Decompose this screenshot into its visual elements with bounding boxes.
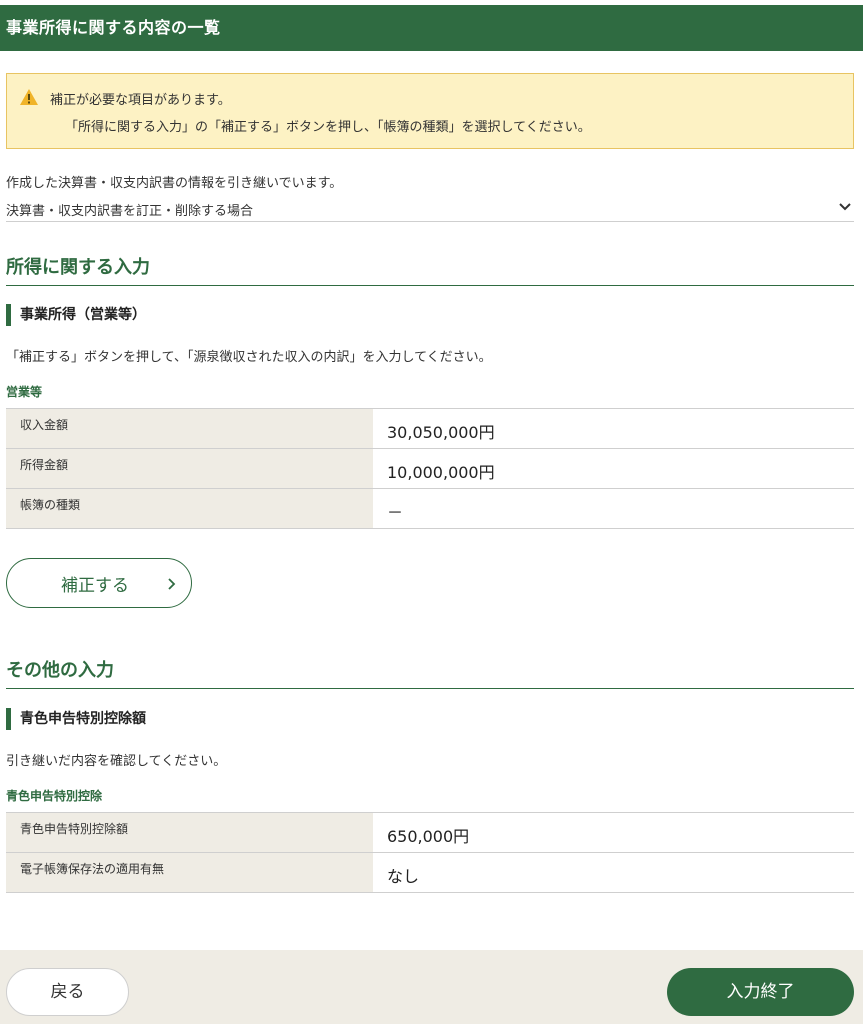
page-title: 事業所得に関する内容の一覧	[0, 5, 863, 51]
correct-delete-accordion[interactable]: 決算書・収支内訳書を訂正・削除する場合	[6, 196, 854, 222]
row-label: 収入金額	[6, 409, 373, 448]
other-section-title: その他の入力	[6, 656, 854, 689]
chevron-right-icon	[168, 578, 176, 590]
accordion-label: 決算書・収支内訳書を訂正・削除する場合	[6, 204, 254, 219]
back-button[interactable]: 戻る	[6, 968, 129, 1016]
table-row: 電子帳簿保存法の適用有無 なし	[6, 853, 854, 893]
income-note: 「補正する」ボタンを押して、「源泉徴収された収入の内訳」を入力してください。	[6, 350, 492, 365]
row-label: 所得金額	[6, 449, 373, 488]
chevron-down-icon	[839, 203, 851, 211]
income-table: 収入金額 30,050,000円 所得金額 10,000,000円 帳簿の種類 …	[6, 408, 854, 529]
blue-deduction-subtitle: 青色申告特別控除額	[6, 708, 146, 730]
row-value: 650,000円	[387, 827, 470, 846]
row-value: 10,000,000円	[387, 463, 495, 482]
group-label-blue-deduction: 青色申告特別控除	[6, 789, 103, 803]
row-value: 30,050,000円	[387, 423, 495, 442]
row-value: －	[387, 503, 404, 522]
fix-button[interactable]: 補正する	[6, 558, 192, 608]
row-label: 帳簿の種類	[6, 489, 373, 528]
table-row: 帳簿の種類 －	[6, 489, 854, 529]
table-row: 収入金額 30,050,000円	[6, 409, 854, 449]
finish-input-button[interactable]: 入力終了	[667, 968, 854, 1016]
income-section-title: 所得に関する入力	[6, 253, 854, 286]
table-row: 青色申告特別控除額 650,000円	[6, 813, 854, 853]
alert-instruction: 「所得に関する入力」の「補正する」ボタンを押し、「帳簿の種類」を選択してください…	[65, 120, 591, 135]
table-row: 所得金額 10,000,000円	[6, 449, 854, 489]
row-value: なし	[387, 867, 420, 886]
fix-button-label: 補正する	[61, 576, 129, 596]
intro-text: 作成した決算書・収支内訳書の情報を引き継いでいます。	[6, 176, 343, 191]
row-label: 電子帳簿保存法の適用有無	[6, 853, 373, 892]
correction-alert: 補正が必要な項目があります。 「所得に関する入力」の「補正する」ボタンを押し、「…	[6, 73, 854, 149]
deduction-table: 青色申告特別控除額 650,000円 電子帳簿保存法の適用有無 なし	[6, 812, 854, 893]
group-label-sales: 営業等	[6, 385, 43, 399]
business-income-subtitle: 事業所得（営業等）	[6, 304, 146, 326]
row-label: 青色申告特別控除額	[6, 813, 373, 852]
other-note: 引き継いだ内容を確認してください。	[6, 754, 227, 769]
warning-icon	[20, 89, 38, 105]
alert-message: 補正が必要な項目があります。	[50, 93, 231, 108]
